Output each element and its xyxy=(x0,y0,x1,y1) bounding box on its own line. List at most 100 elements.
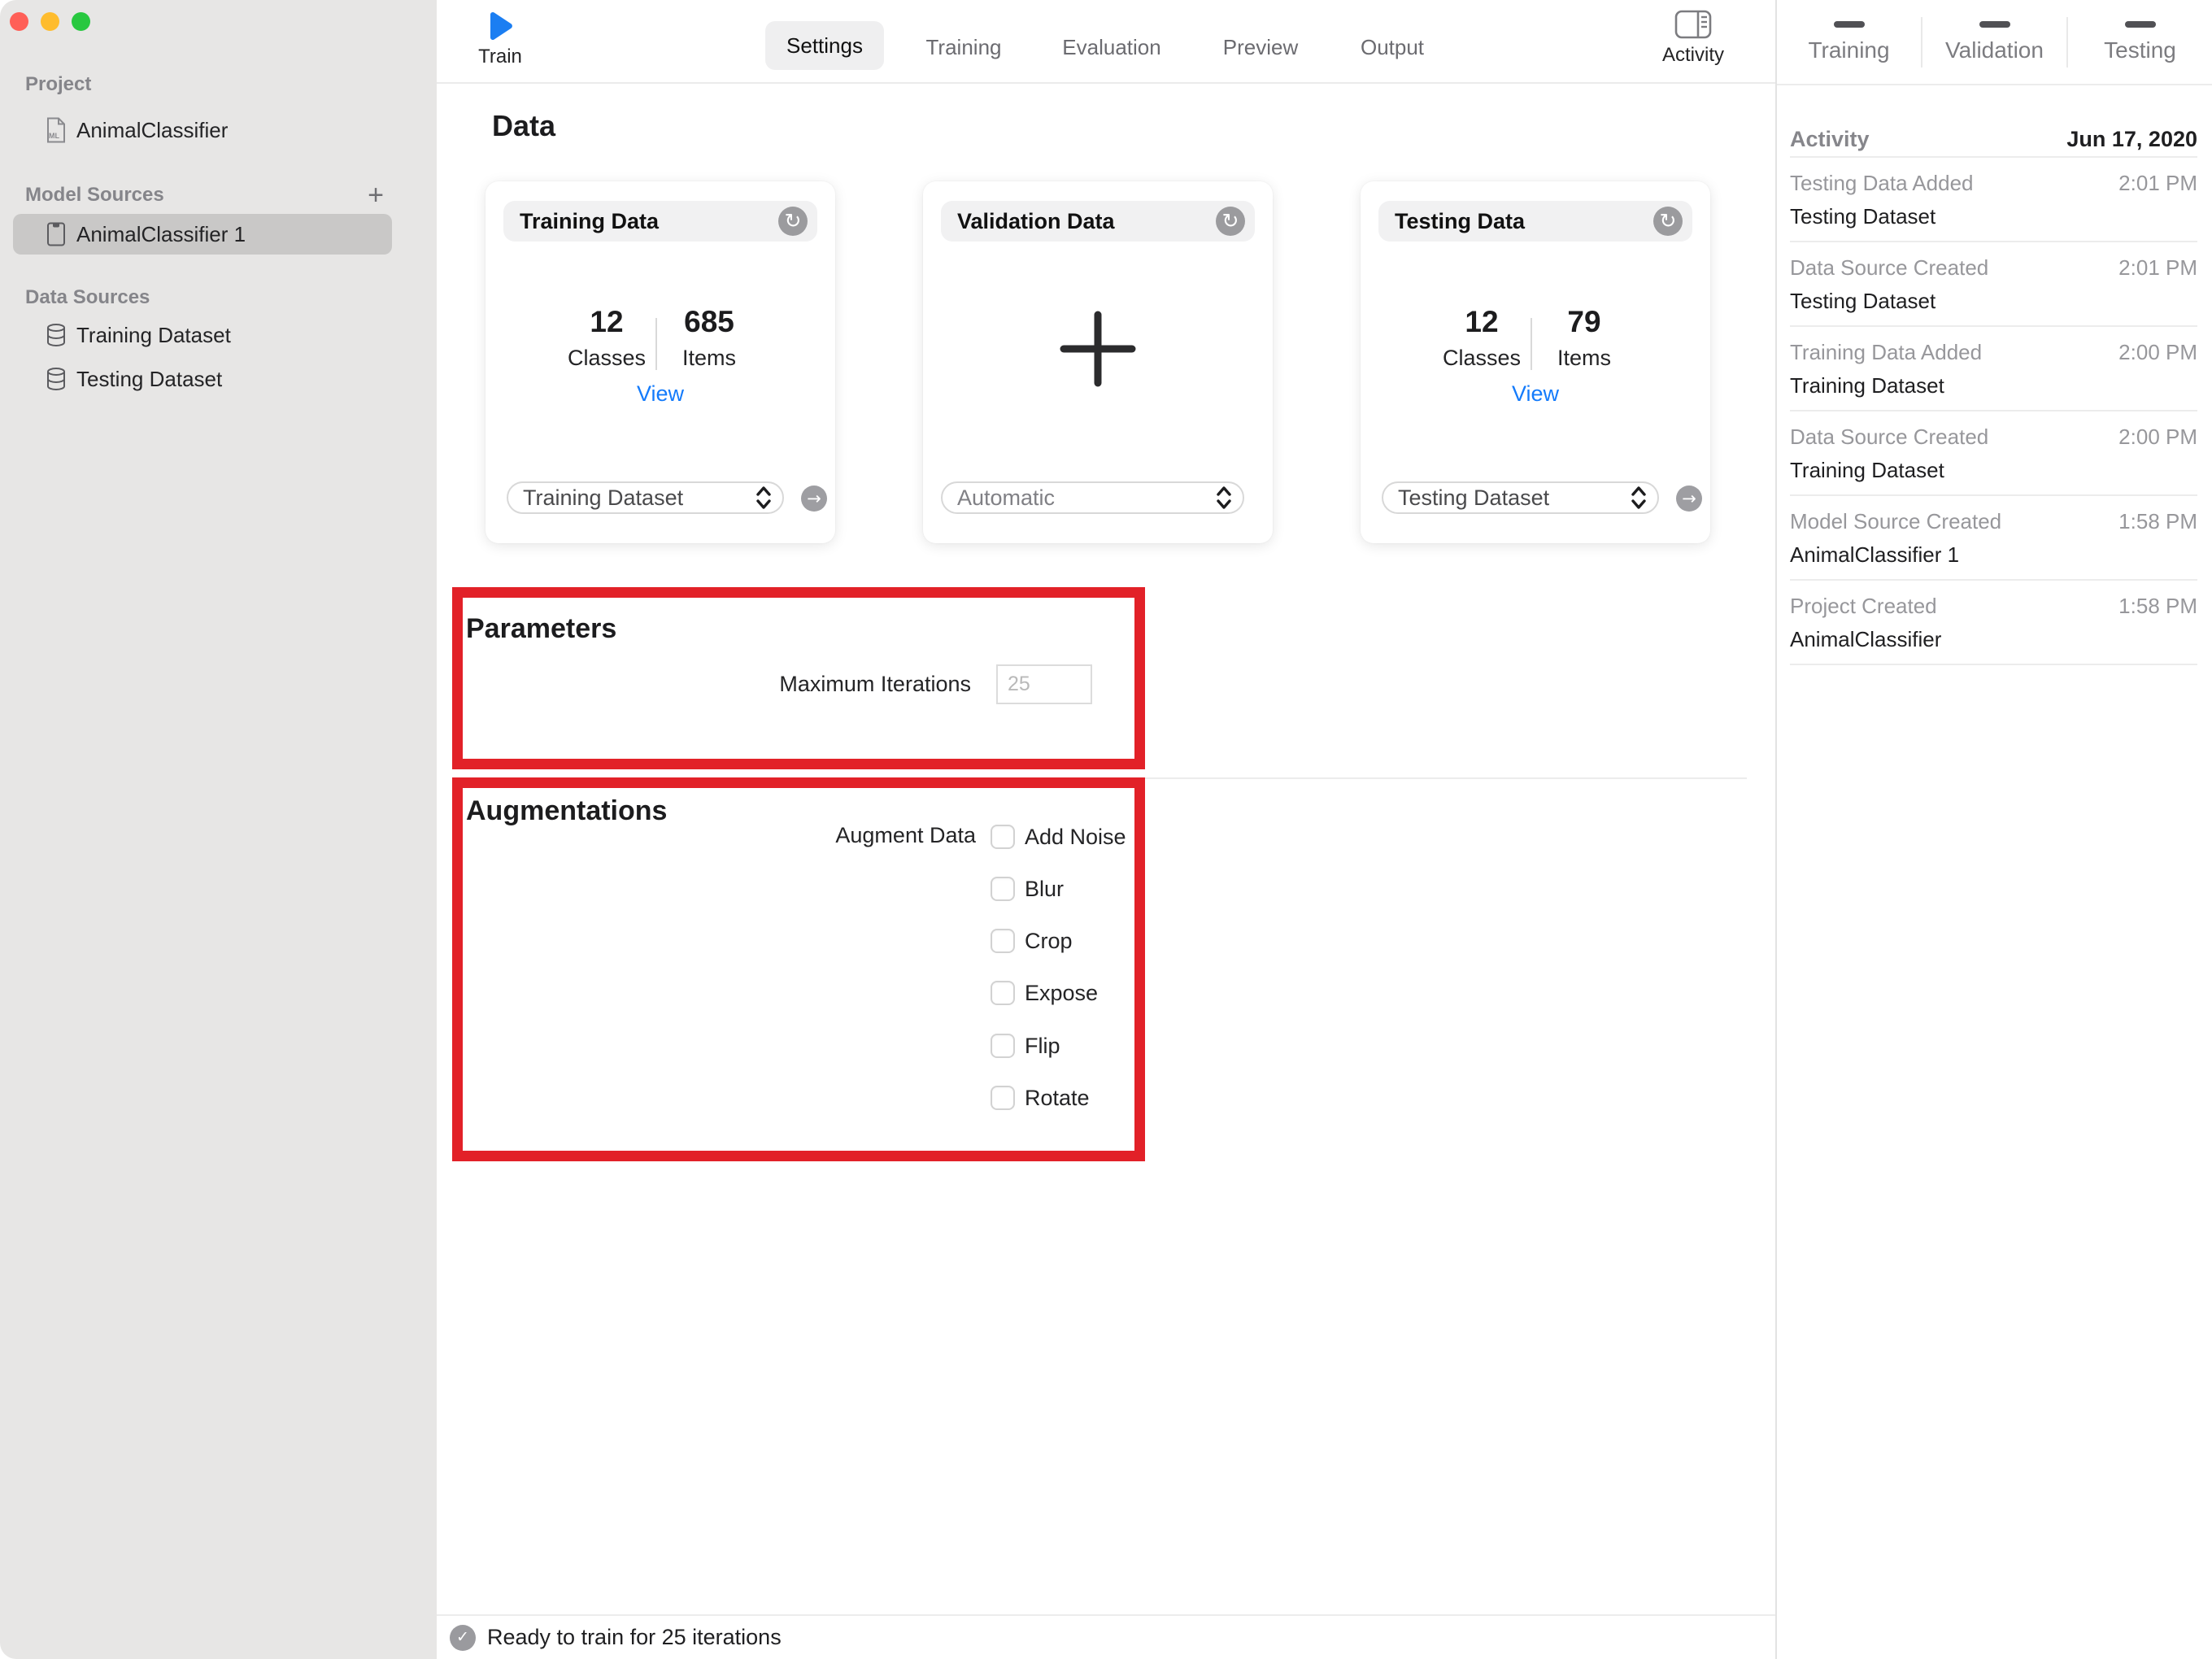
tab-evaluation[interactable]: Evaluation xyxy=(1041,24,1182,70)
activity-subject: Testing Dataset xyxy=(1790,289,1936,313)
train-button[interactable]: Train xyxy=(461,11,539,80)
expose-checkbox[interactable] xyxy=(991,981,1015,1005)
checkbox-label: Crop xyxy=(1025,928,1073,953)
status-message: Ready to train for 25 iterations xyxy=(487,1625,782,1649)
minimize-window-button[interactable] xyxy=(41,12,59,31)
tab-preview[interactable]: Preview xyxy=(1202,24,1319,70)
page-title: Data xyxy=(492,109,556,142)
checkbox-label: Add Noise xyxy=(1025,824,1126,849)
sidebar-panel-icon xyxy=(1674,10,1712,39)
add-validation-data-plus-icon[interactable] xyxy=(1059,310,1137,388)
activity-entry: Model Source Created 1:58 PM AnimalClass… xyxy=(1790,496,2197,581)
sidebar-item-training-dataset[interactable]: Training Dataset xyxy=(13,315,392,355)
metric-testing[interactable]: Testing xyxy=(2068,0,2212,84)
refresh-icon[interactable]: ↻ xyxy=(778,207,808,236)
testing-data-card: Testing Data ↻ 12 79 Classes Items View … xyxy=(1361,181,1710,543)
activity-event: Training Data Added xyxy=(1790,340,1983,364)
status-bar: ✓ Ready to train for 25 iterations xyxy=(437,1614,1775,1659)
sidebar-item-testing-dataset[interactable]: Testing Dataset xyxy=(13,359,392,399)
blur-checkbox[interactable] xyxy=(991,877,1015,901)
flip-checkbox[interactable] xyxy=(991,1034,1015,1058)
augmentations-heading: Augmentations xyxy=(466,795,668,826)
max-iterations-input[interactable] xyxy=(996,664,1092,704)
empty-value-dash xyxy=(2124,20,2156,28)
activity-time: 2:00 PM xyxy=(2118,340,2197,364)
items-count: 79 xyxy=(1567,305,1601,338)
add-noise-checkbox[interactable] xyxy=(991,825,1015,849)
validation-data-card-header: Validation Data ↻ xyxy=(941,201,1255,242)
augment-data-label: Augment Data xyxy=(835,823,976,847)
svg-text:ML: ML xyxy=(49,132,59,140)
augmentation-option-flip: Flip xyxy=(991,1032,1060,1060)
dropdown-value: Testing Dataset xyxy=(1398,485,1550,510)
activity-toggle-button[interactable]: Activity xyxy=(1648,10,1738,80)
sidebar: Project ML AnimalClassifier Model Source… xyxy=(0,0,437,1659)
empty-value-dash xyxy=(1833,20,1865,28)
metrics-summary: Training Validation Testing xyxy=(1777,0,2212,85)
empty-value-dash xyxy=(1979,20,2010,28)
activity-panel: Training Validation Testing Activity Jun… xyxy=(1777,0,2212,1659)
ml-document-icon: ML xyxy=(46,117,67,143)
sidebar-item-animalclassifier-1[interactable]: AnimalClassifier 1 xyxy=(13,214,392,255)
items-label: Items xyxy=(681,346,736,370)
add-model-source-button[interactable]: + xyxy=(361,180,390,211)
close-window-button[interactable] xyxy=(10,12,28,31)
metric-label: Training xyxy=(1808,37,1890,63)
augmentation-option-add-noise: Add Noise xyxy=(991,823,1126,851)
section-divider xyxy=(453,777,1747,779)
activity-header: Activity Jun 17, 2020 xyxy=(1790,122,2197,158)
open-training-data-arrow-button[interactable]: → xyxy=(801,486,827,512)
activity-event: Data Source Created xyxy=(1790,425,1989,449)
metric-validation[interactable]: Validation xyxy=(1922,0,2066,84)
sidebar-section-data-sources: Data Sources xyxy=(25,286,150,308)
tab-training[interactable]: Training xyxy=(905,24,1023,70)
tab-output[interactable]: Output xyxy=(1339,24,1445,70)
augmentation-option-rotate: Rotate xyxy=(991,1084,1090,1112)
activity-entry: Data Source Created 2:01 PM Testing Data… xyxy=(1790,242,2197,327)
card-title: Training Data xyxy=(520,208,660,233)
sidebar-section-model-sources: Model Sources xyxy=(25,184,164,206)
main-area: Train Settings Training Evaluation Previ… xyxy=(437,0,1775,1659)
max-iterations-label: Maximum Iterations xyxy=(779,672,971,696)
activity-time: 2:01 PM xyxy=(2118,171,2197,195)
checkbox-label: Blur xyxy=(1025,876,1065,901)
sidebar-item-label: Testing Dataset xyxy=(76,366,223,391)
training-dataset-dropdown[interactable]: Training Dataset xyxy=(507,481,784,514)
activity-date: Jun 17, 2020 xyxy=(2066,126,2197,151)
view-testing-data-link[interactable]: View xyxy=(1361,381,1710,407)
testing-data-card-header: Testing Data ↻ xyxy=(1378,201,1692,242)
items-label: Items xyxy=(1557,346,1611,370)
database-icon xyxy=(46,323,67,347)
augmentation-option-blur: Blur xyxy=(991,875,1064,903)
checkbox-label: Expose xyxy=(1025,980,1099,1005)
activity-subject: AnimalClassifier xyxy=(1790,627,1942,651)
activity-entry: Project Created 1:58 PM AnimalClassifier xyxy=(1790,581,2197,665)
training-data-card: Training Data ↻ 12 685 Classes Items Vie… xyxy=(486,181,835,543)
card-title: Testing Data xyxy=(1395,208,1526,233)
open-testing-data-arrow-button[interactable]: → xyxy=(1676,486,1702,512)
metric-label: Validation xyxy=(1945,37,2044,63)
activity-event: Project Created xyxy=(1790,594,1937,618)
validation-data-card: Validation Data ↻ Automatic xyxy=(923,181,1273,543)
refresh-icon[interactable]: ↻ xyxy=(1216,207,1245,236)
tab-settings[interactable]: Settings xyxy=(765,21,884,70)
create-ml-window: Project ML AnimalClassifier Model Source… xyxy=(0,0,2212,1659)
validation-data-dropdown[interactable]: Automatic xyxy=(941,481,1244,514)
stepper-chevrons-icon xyxy=(755,485,773,511)
zoom-window-button[interactable] xyxy=(72,12,90,31)
rotate-checkbox[interactable] xyxy=(991,1086,1015,1110)
sidebar-item-animalclassifier-project[interactable]: ML AnimalClassifier xyxy=(13,110,392,150)
play-icon xyxy=(486,11,514,41)
activity-title: Activity xyxy=(1790,126,1870,151)
database-icon xyxy=(46,367,67,391)
checkmark-icon: ✓ xyxy=(450,1624,476,1651)
crop-checkbox[interactable] xyxy=(991,929,1015,953)
testing-dataset-dropdown[interactable]: Testing Dataset xyxy=(1382,481,1659,514)
metric-training[interactable]: Training xyxy=(1777,0,1921,84)
activity-event: Data Source Created xyxy=(1790,255,1989,280)
refresh-icon[interactable]: ↻ xyxy=(1653,207,1683,236)
sidebar-item-label: AnimalClassifier 1 xyxy=(76,221,246,246)
view-training-data-link[interactable]: View xyxy=(486,381,835,407)
toolbar: Train Settings Training Evaluation Previ… xyxy=(437,0,1775,84)
activity-event: Model Source Created xyxy=(1790,509,2002,533)
